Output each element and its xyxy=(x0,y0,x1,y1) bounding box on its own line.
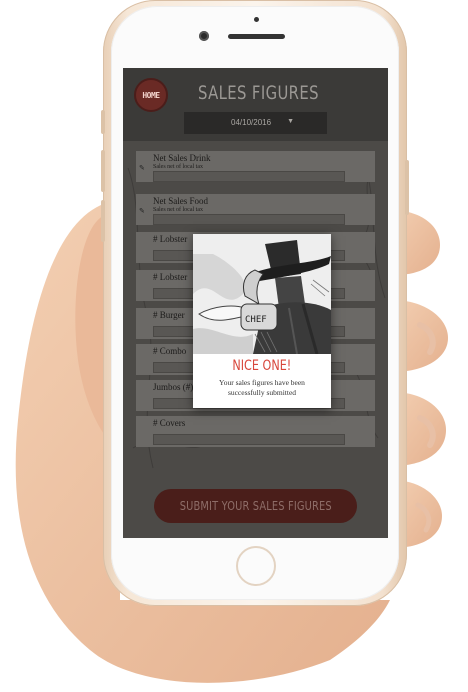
chef-with-knife-image: CHEF xyxy=(193,234,331,354)
field-sublabel: Sales net of local tax xyxy=(153,207,203,213)
field-label: # Lobster xyxy=(153,234,188,244)
modal-title: NICE ONE! xyxy=(232,358,292,374)
date-dropdown[interactable]: 04/10/2016 ▼ xyxy=(184,112,327,134)
page-title: SALES FIGURES xyxy=(198,82,319,104)
phone-home-button[interactable] xyxy=(236,546,276,586)
field-label: Jumbos (#) xyxy=(153,382,194,392)
chef-illustration: CHEF xyxy=(193,234,331,354)
field-net-sales-drink: ✎ Net Sales Drink Sales net of local tax xyxy=(136,151,375,182)
mute-switch xyxy=(101,110,105,134)
net-sales-food-input[interactable] xyxy=(153,214,345,225)
pen-icon: ✎ xyxy=(139,208,145,215)
field-label: Net Sales Drink xyxy=(153,153,211,163)
field-label: # Covers xyxy=(153,418,186,428)
success-modal: CHEF NICE ONE! Your sales figures have b… xyxy=(193,234,331,408)
app-screen: HOME SALES FIGURES 04/10/2016 ▼ ✎ Net Sa… xyxy=(123,68,388,538)
pen-icon: ✎ xyxy=(139,165,145,172)
submit-label: SUBMIT YOUR SALES FIGURES xyxy=(179,499,332,513)
field-net-sales-food: ✎ Net Sales Food Sales net of local tax xyxy=(136,194,375,225)
field-covers: # Covers xyxy=(136,416,375,447)
earpiece-speaker xyxy=(228,34,285,39)
home-logo-button[interactable]: HOME xyxy=(134,78,168,112)
chevron-down-icon: ▼ xyxy=(287,118,294,125)
front-camera xyxy=(199,31,209,41)
volume-down-button xyxy=(101,200,105,242)
modal-message: Your sales figures have been successfull… xyxy=(219,378,305,397)
field-label: # Burger xyxy=(153,310,185,320)
power-button xyxy=(405,160,409,215)
field-label: # Lobster xyxy=(153,272,188,282)
proximity-sensor xyxy=(254,17,259,22)
field-sublabel: Sales net of local tax xyxy=(153,164,203,170)
covers-input[interactable] xyxy=(153,434,345,445)
date-value: 04/10/2016 xyxy=(231,118,272,127)
volume-up-button xyxy=(101,150,105,192)
net-sales-drink-input[interactable] xyxy=(153,171,345,182)
field-label: # Combo xyxy=(153,346,187,356)
submit-sales-button[interactable]: SUBMIT YOUR SALES FIGURES xyxy=(154,489,357,523)
field-label: Net Sales Food xyxy=(153,196,208,206)
knuckle-tattoo-text: CHEF xyxy=(245,315,267,325)
app-header: HOME SALES FIGURES 04/10/2016 ▼ xyxy=(123,68,388,141)
